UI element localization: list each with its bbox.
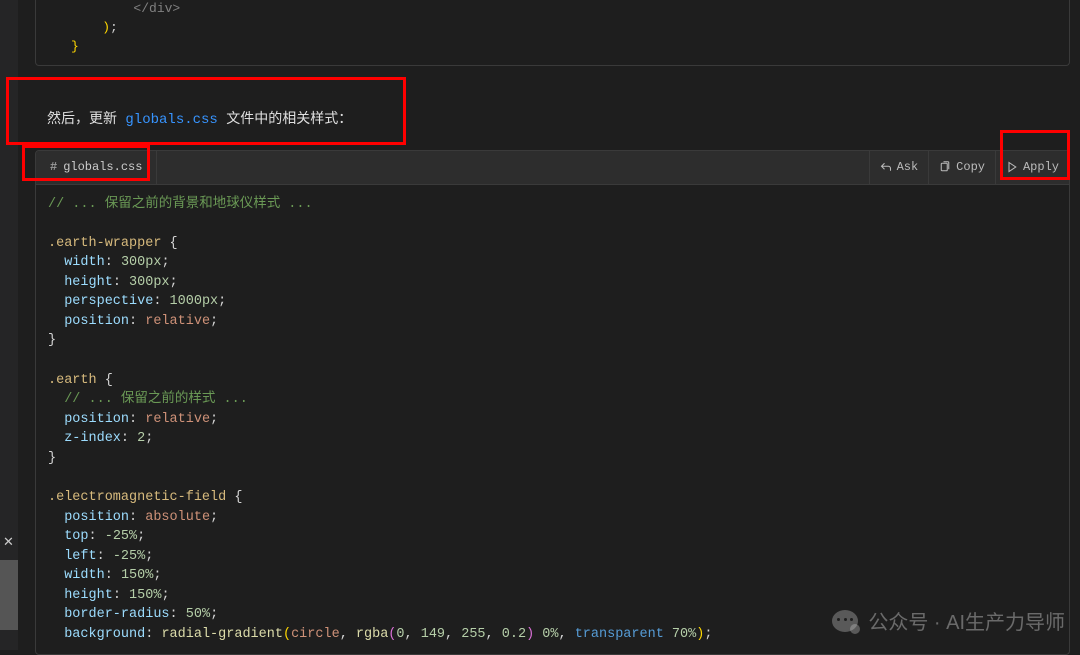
left-gutter (0, 0, 18, 650)
scrollbar-thumb[interactable] (0, 560, 18, 630)
hash-icon: # (50, 160, 57, 174)
close-icon[interactable]: ✕ (3, 534, 14, 550)
assistant-message: 然后，更新 globals.css 文件中的相关样式： (35, 108, 1070, 128)
code-block: # globals.css Ask Copy Apply // ... 保留之前… (35, 150, 1070, 655)
message-text-after: 文件中的相关样式： (218, 112, 352, 128)
copy-button[interactable]: Copy (928, 151, 995, 184)
message-text-before: 然后，更新 (47, 112, 125, 128)
chat-panel: </div> ); } 然后，更新 globals.css 文件中的相关样式： … (35, 0, 1070, 650)
code-block-filename: globals.css (63, 160, 142, 174)
code-block-header: # globals.css Ask Copy Apply (36, 151, 1069, 185)
play-icon (1006, 161, 1018, 173)
reply-icon (880, 161, 892, 173)
code-block-body: // ... 保留之前的背景和地球仪样式 ... .earth-wrapper … (36, 185, 1069, 655)
ask-button[interactable]: Ask (869, 151, 929, 184)
copy-icon (939, 161, 951, 173)
apply-button[interactable]: Apply (995, 151, 1069, 184)
code-block-tab[interactable]: # globals.css (36, 151, 157, 184)
filename-link[interactable]: globals.css (125, 112, 217, 128)
previous-code-snippet: </div> ); } (35, 0, 1070, 66)
